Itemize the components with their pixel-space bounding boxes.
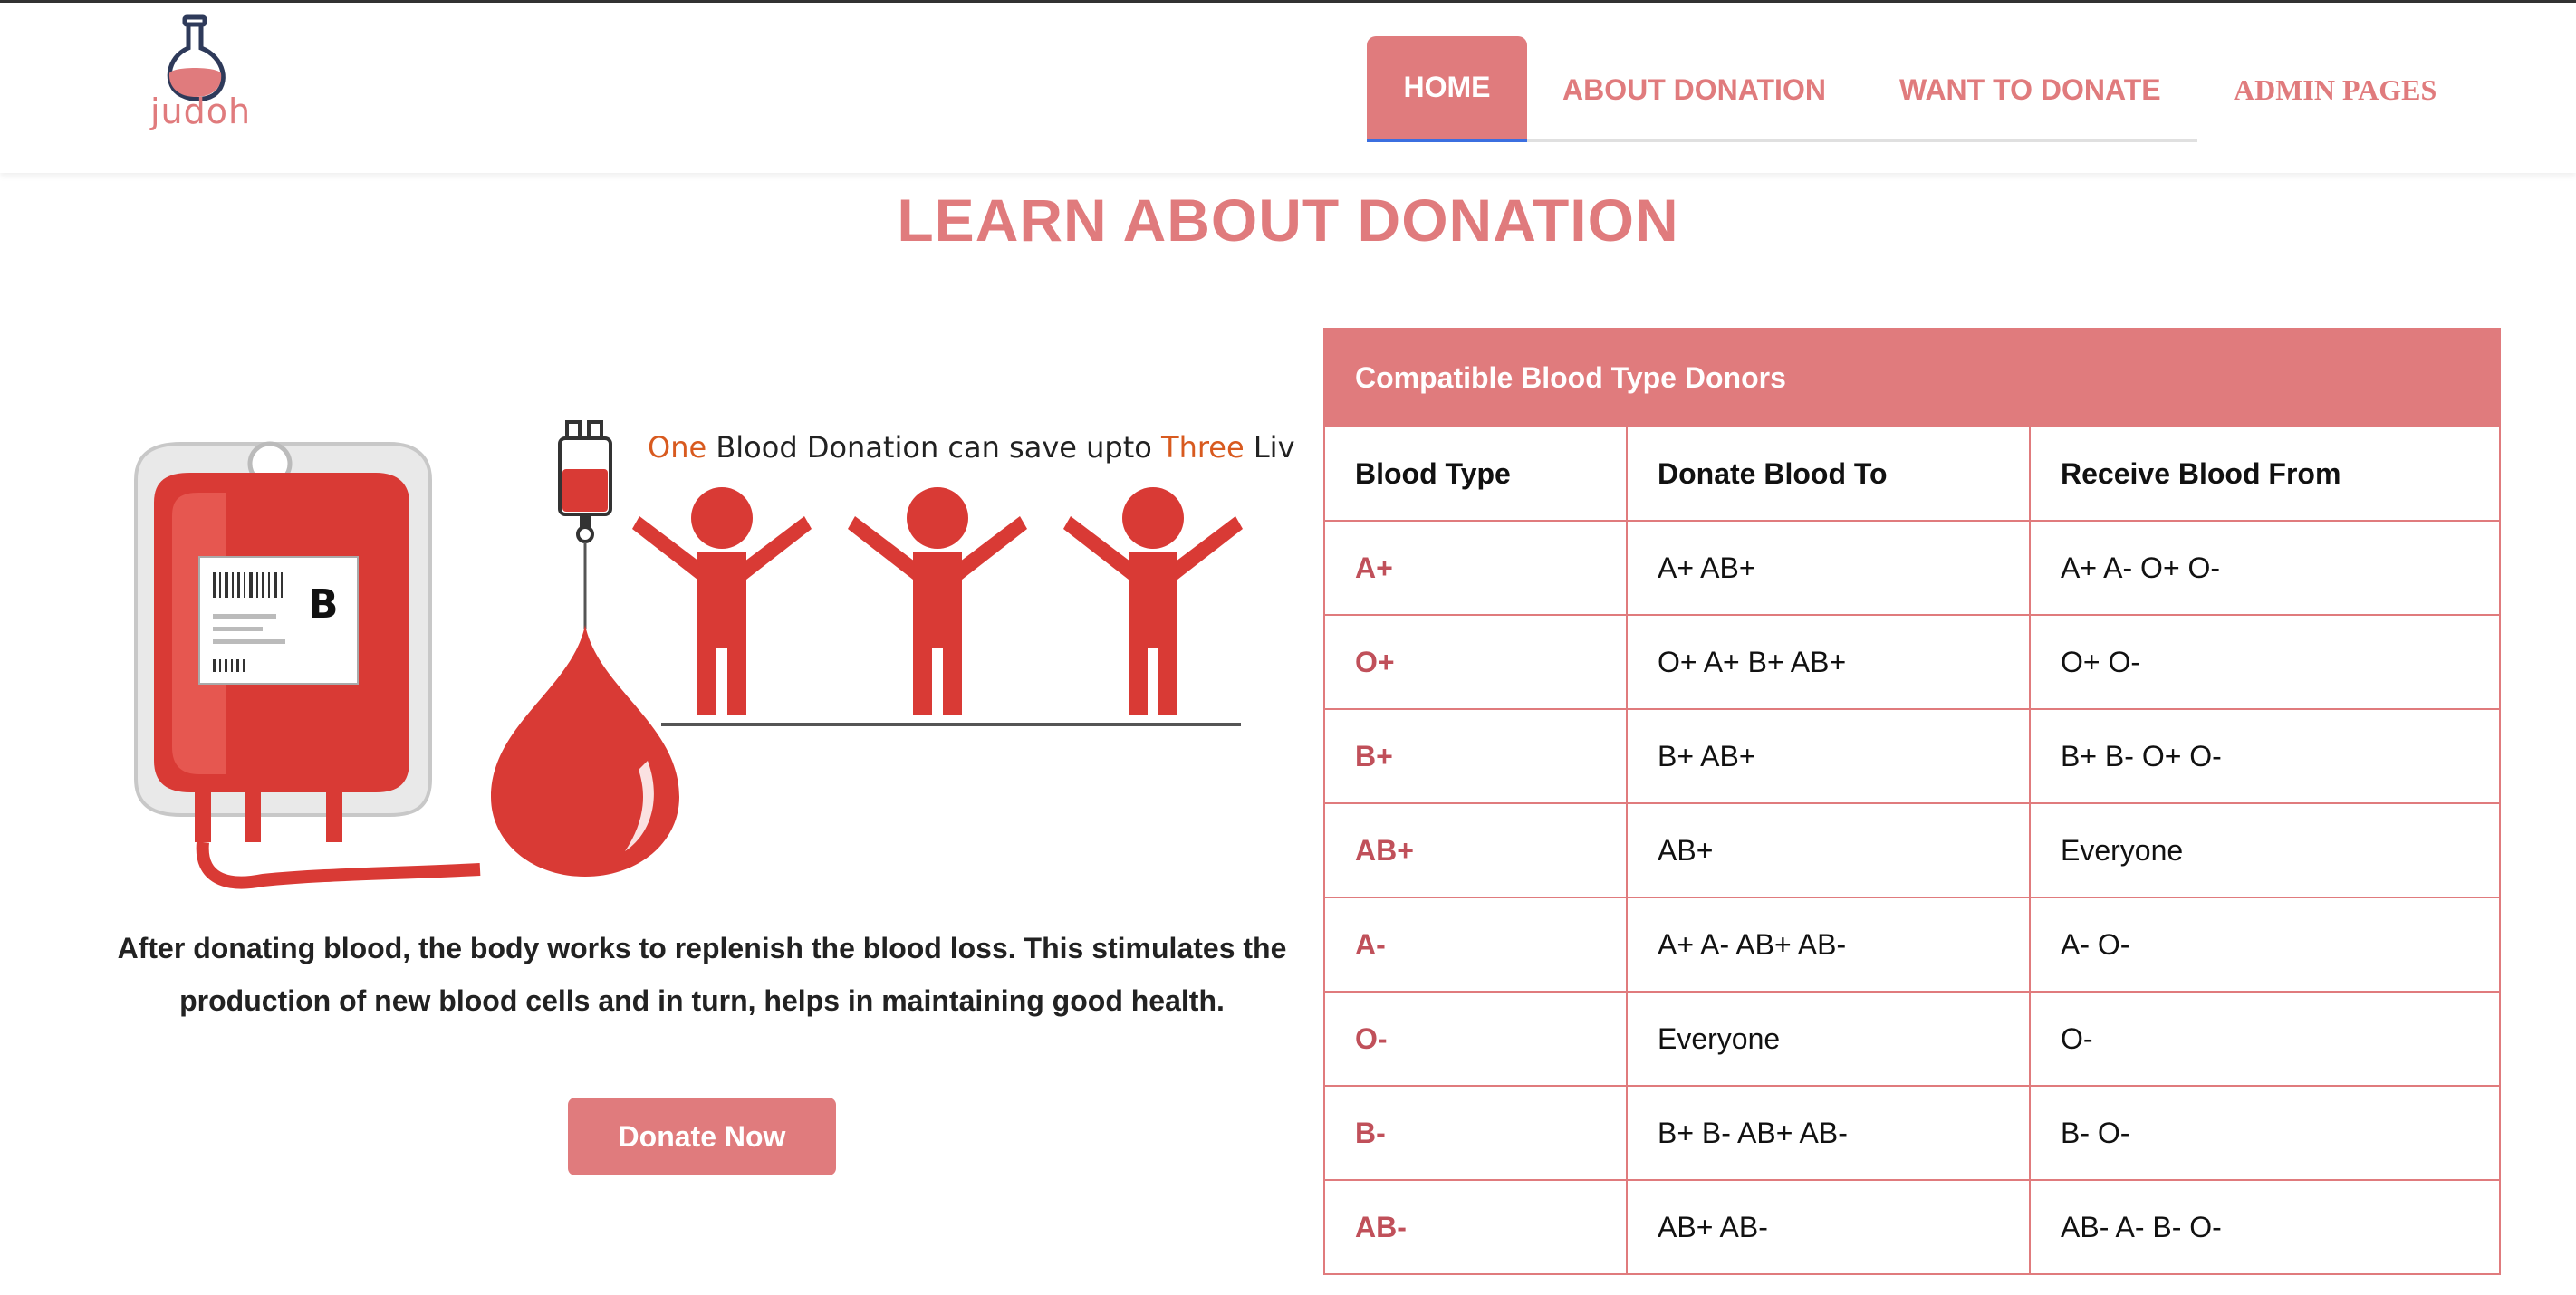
page: judoh HOME ABOUT DONATION WANT TO DONATE… [0,0,2576,1295]
receive-from-cell: AB- A- B- O- [2061,1210,2222,1243]
table-row: O+ O+ A+ B+ AB+ O+ O- [1325,614,2499,708]
donate-to-cell: A+ AB+ [1628,522,2031,614]
svg-text:One Blood Donation can save up: One Blood Donation can save upto Three L… [648,430,1295,465]
nav-about-donation[interactable]: ABOUT DONATION [1562,73,1826,110]
nav-home-tab[interactable]: HOME [1367,36,1527,142]
table-row: B+ B+ AB+ B+ B- O+ O- [1325,708,2499,802]
column-header-blood-type: Blood Type [1325,427,1628,520]
logo-text[interactable]: judoh [150,91,251,131]
blood-type-cell: B- [1325,1087,1628,1179]
info-paragraph: After donating blood, the body works to … [100,922,1304,1027]
receive-from-cell: O+ O- [2061,645,2141,678]
receive-from-cell: Everyone [2061,833,2184,867]
site-header: judoh HOME ABOUT DONATION WANT TO DONATE… [0,3,2576,173]
blood-type-cell: B+ [1325,710,1628,802]
person-icon [1063,487,1243,715]
svg-text:B: B [308,581,339,628]
receive-from-cell: A+ A- O+ O- [2061,551,2221,584]
receive-from-cell: O- [2061,1022,2093,1055]
column-header-donate-to: Donate Blood To [1628,427,2031,520]
donate-to-cell: AB+ AB- [1628,1181,2031,1273]
donate-to-cell: Everyone [1628,993,2031,1085]
blood-donation-illustration: B One Blood Donation can save upto Three… [134,420,1295,889]
blood-drop-icon [491,420,679,877]
blood-type-cell: O- [1325,993,1628,1085]
table-row: B- B+ B- AB+ AB- B- O- [1325,1085,2499,1179]
donate-to-cell: B+ B- AB+ AB- [1628,1087,2031,1179]
table-title: Compatible Blood Type Donors [1325,330,2499,426]
donate-to-cell: A+ A- AB+ AB- [1628,898,2031,991]
receive-from-cell: B+ B- O+ O- [2061,739,2222,772]
nav-admin-pages[interactable]: ADMIN PAGES [2234,73,2437,107]
donate-now-button[interactable]: Donate Now [568,1098,836,1175]
blood-type-cell: A+ [1325,522,1628,614]
person-icon [632,487,812,715]
paragraph-line-2: production of new blood cells and in tur… [179,984,1225,1017]
table-row: A+ A+ AB+ A+ A- O+ O- [1325,520,2499,614]
blood-type-cell: A- [1325,898,1628,991]
receive-from-cell: B- O- [2061,1116,2130,1149]
blood-type-cell: AB+ [1325,804,1628,897]
paragraph-line-1: After donating blood, the body works to … [117,932,1287,964]
blood-type-cell: O+ [1325,616,1628,708]
table-row: AB+ AB+ Everyone [1325,802,2499,897]
table-row: O- Everyone O- [1325,991,2499,1085]
donate-to-cell: O+ A+ B+ AB+ [1628,616,2031,708]
blood-bag-icon: B [134,441,481,889]
blood-type-cell: AB- [1325,1181,1628,1273]
table-row: A- A+ A- AB+ AB- A- O- [1325,897,2499,991]
page-title: LEARN ABOUT DONATION [897,187,1679,254]
blood-compatibility-table: Compatible Blood Type Donors Blood Type … [1323,328,2501,1275]
donate-to-cell: AB+ [1628,804,2031,897]
nav-want-to-donate[interactable]: WANT TO DONATE [1899,73,2161,110]
receive-from-cell: A- O- [2061,927,2130,961]
table-row: AB- AB+ AB- AB- A- B- O- [1325,1179,2499,1273]
donate-to-cell: B+ AB+ [1628,710,2031,802]
column-header-receive-from: Receive Blood From [2061,456,2341,490]
person-icon [848,487,1027,715]
table-header-row: Blood Type Donate Blood To Receive Blood… [1325,426,2499,520]
